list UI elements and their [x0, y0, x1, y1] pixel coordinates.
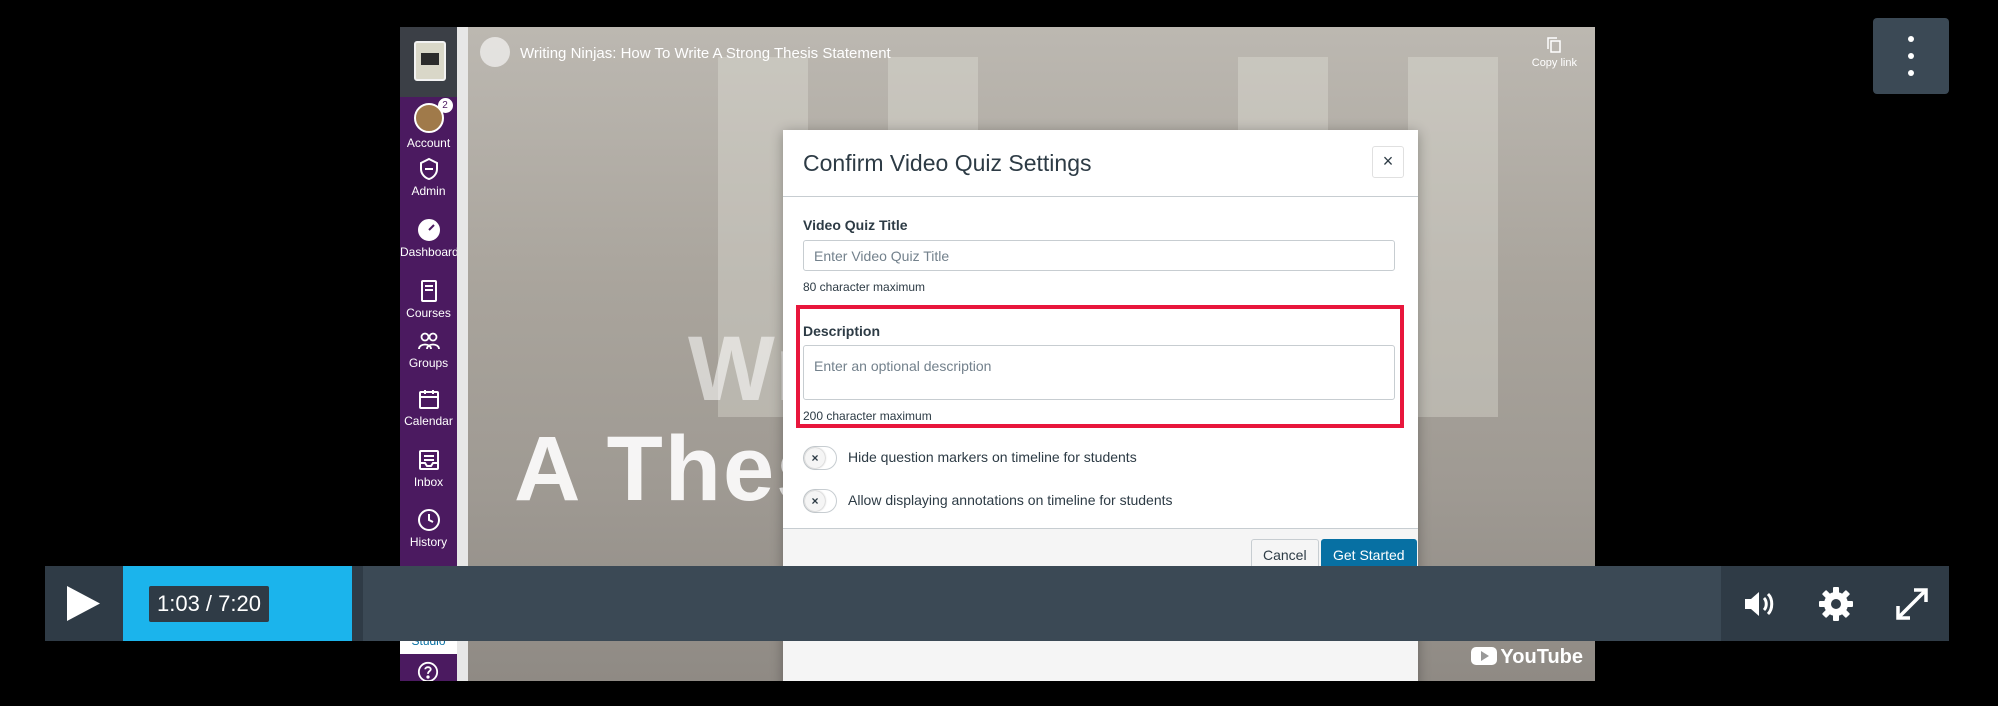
nav-label: Calendar	[404, 414, 453, 428]
nav-admin[interactable]: Admin	[400, 157, 457, 198]
fullscreen-icon	[1896, 588, 1928, 620]
volume-button[interactable]	[1721, 566, 1797, 641]
notification-count-badge: 2	[437, 98, 453, 113]
copy-link-button[interactable]: Copy link	[1532, 37, 1577, 69]
play-icon	[67, 586, 100, 621]
nav-account[interactable]: 2 Account	[400, 98, 457, 150]
description-input[interactable]	[803, 345, 1395, 400]
nav-courses[interactable]: Courses	[400, 279, 457, 320]
copy-icon	[1547, 37, 1562, 53]
player-controls: 1:03 / 7:20	[45, 566, 1949, 641]
hide-markers-label: Hide question markers on timeline for st…	[848, 449, 1137, 465]
dot-icon	[1908, 70, 1914, 76]
fullscreen-button[interactable]	[1873, 566, 1949, 641]
speedometer-icon	[417, 219, 440, 241]
nav-inbox[interactable]: Inbox	[400, 448, 457, 489]
logo-image	[414, 41, 446, 81]
nav-label: Inbox	[413, 475, 444, 489]
clock-icon	[417, 509, 440, 531]
toggle-off-icon: ×	[805, 491, 825, 511]
nav-label: Admin	[411, 184, 446, 198]
more-options-button[interactable]	[1873, 18, 1949, 94]
modal-header: Confirm Video Quiz Settings ×	[783, 130, 1418, 197]
nav-groups[interactable]: Groups	[400, 329, 457, 370]
annotations-toggle[interactable]: ×	[803, 489, 837, 513]
quiz-title-label: Video Quiz Title	[803, 217, 908, 233]
inbox-icon	[418, 450, 439, 470]
nav-label: Account	[406, 136, 451, 150]
channel-avatar[interactable]	[480, 37, 510, 67]
video-title[interactable]: Writing Ninjas: How To Write A Strong Th…	[520, 45, 891, 62]
copy-link-label: Copy link	[1531, 57, 1577, 69]
nav-label: History	[409, 535, 448, 549]
nav-calendar[interactable]: Calendar	[400, 387, 457, 428]
youtube-logo[interactable]: YouTube	[1471, 646, 1583, 669]
modal-title: Confirm Video Quiz Settings	[803, 150, 1092, 176]
account-avatar: 2	[413, 98, 453, 133]
gear-icon	[1819, 587, 1853, 621]
close-button[interactable]: ×	[1372, 146, 1404, 178]
description-hint: 200 character maximum	[803, 409, 932, 423]
time-display: 1:03 / 7:20	[149, 586, 269, 622]
calendar-icon	[418, 390, 439, 409]
dot-icon	[1908, 36, 1914, 42]
nav-label: Dashboard	[400, 245, 459, 259]
description-label: Description	[803, 323, 881, 339]
help-icon[interactable]	[417, 661, 439, 681]
quiz-title-input[interactable]	[803, 240, 1395, 271]
quiz-title-hint: 80 character maximum	[803, 280, 926, 294]
settings-button[interactable]	[1797, 566, 1873, 641]
institution-logo[interactable]	[400, 27, 457, 97]
people-icon	[417, 332, 440, 350]
annotations-label: Allow displaying annotations on timeline…	[848, 492, 1173, 508]
book-icon	[420, 280, 437, 302]
volume-icon	[1745, 592, 1774, 616]
play-button[interactable]	[45, 566, 123, 641]
toggle-off-icon: ×	[805, 448, 825, 468]
nav-label: Groups	[408, 356, 449, 370]
dot-icon	[1908, 53, 1914, 59]
nav-label: Courses	[406, 306, 451, 320]
background-window	[1408, 57, 1498, 417]
nav-history[interactable]: History	[400, 508, 457, 549]
youtube-label: YouTube	[1500, 646, 1583, 668]
progress-track[interactable]	[363, 566, 1721, 641]
nav-dashboard[interactable]: Dashboard	[400, 218, 459, 259]
hide-markers-toggle[interactable]: ×	[803, 446, 837, 470]
shield-icon	[419, 157, 438, 181]
youtube-play-icon	[1471, 647, 1498, 665]
